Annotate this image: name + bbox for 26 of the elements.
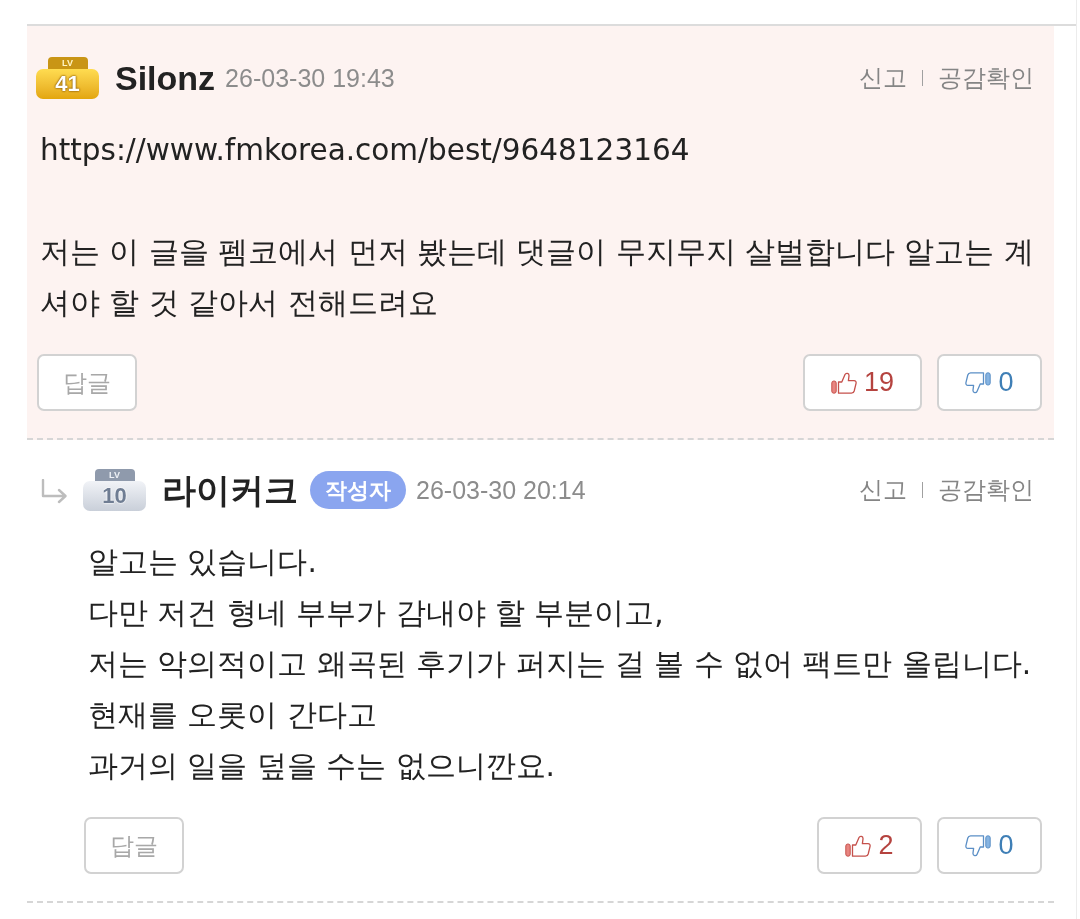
empathy-check-link[interactable]: 공감확인	[938, 66, 1034, 90]
comment-text: 알고는 있습니다. 다만 저건 형네 부부가 감내야 할 부분이고, 저는 악의적이고 왜곡된 후기가 퍼지는 걸 볼 수 없어 팩트만 올립니다. 현재를 오롯이 간다고 과거의 일을 덮을 수는 없으니깐요.	[88, 544, 1033, 785]
empathy-check-link[interactable]: 공감확인	[938, 478, 1034, 502]
username: 라이커크	[162, 473, 298, 507]
like-button[interactable]: 19	[802, 354, 922, 411]
comment-date: 26-03-30 19:43	[225, 65, 395, 91]
thumbs-down-icon	[965, 371, 992, 394]
report-link[interactable]: 신고	[859, 66, 907, 90]
dislike-button[interactable]: 0	[937, 817, 1042, 874]
dislike-button[interactable]: 0	[937, 354, 1042, 411]
comment-text: https://www.fmkorea.com/best/9648123164	[40, 132, 691, 169]
level-label: LV	[109, 470, 120, 480]
report-link[interactable]: 신고	[859, 478, 907, 502]
thumbs-down-icon	[965, 834, 992, 857]
comment-date: 26-03-30 20:14	[416, 477, 586, 503]
thumbs-up-icon	[845, 834, 872, 857]
comment-text: 저는 이 글을 펨코에서 먼저 봤는데 댓글이 무지무지 살벌합니다 알고는 계셔야 할 것 같아서 전해드려요	[40, 234, 1035, 322]
thumbs-up-icon	[830, 371, 857, 394]
level-label: LV	[62, 58, 73, 68]
level-number: 10	[102, 485, 127, 507]
reply-button[interactable]: 답글	[84, 817, 184, 874]
author-badge: 작성자	[310, 471, 406, 509]
username: Silonz	[115, 61, 216, 95]
reply-button[interactable]: 답글	[37, 354, 137, 411]
like-button[interactable]: 2	[817, 817, 922, 874]
level-number: 41	[55, 73, 80, 95]
